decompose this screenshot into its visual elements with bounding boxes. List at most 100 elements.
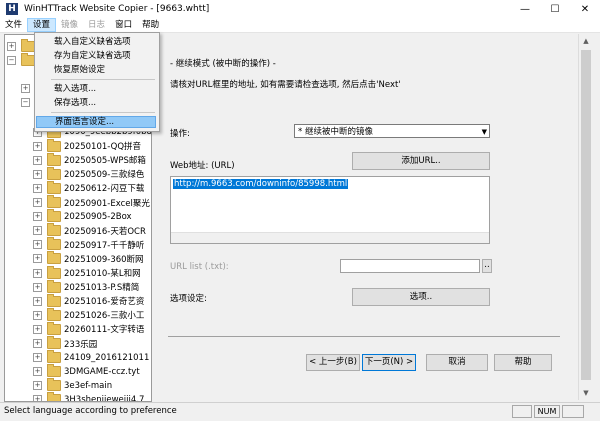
- options-label: 选项设定:: [170, 294, 207, 304]
- tree-item[interactable]: +20250905-2Box: [5, 209, 132, 224]
- horizontal-scrollbar[interactable]: [171, 232, 489, 243]
- tree-item-label: 3DMGAME-ccz.tyt: [64, 366, 140, 377]
- tree-item[interactable]: +20260111-文字转语: [5, 321, 144, 336]
- browse-button[interactable]: ..: [482, 259, 492, 273]
- tree-item[interactable]: +20251016-爱奇艺资: [5, 293, 144, 308]
- web-address-label: Web地址: (URL): [170, 161, 235, 171]
- tree-item[interactable]: +3DMGAME-ccz.tyt: [5, 364, 140, 379]
- folder-icon: [47, 293, 61, 307]
- menu-window[interactable]: 窗口: [110, 18, 137, 32]
- folder-icon: [47, 209, 61, 223]
- expand-icon[interactable]: +: [33, 240, 42, 250]
- vertical-scrollbar[interactable]: ▲ ▼: [578, 34, 593, 400]
- expand-icon[interactable]: +: [7, 41, 16, 51]
- tree-item-label: 20251009-360断网: [64, 254, 144, 265]
- scroll-up-icon[interactable]: ▲: [579, 34, 593, 48]
- status-bar: Select language according to preference …: [0, 402, 600, 421]
- tree-item[interactable]: +233乐园: [5, 336, 98, 351]
- folder-icon: [47, 237, 61, 251]
- tree-item[interactable]: +20250509-三款绿色: [5, 166, 145, 181]
- options-button[interactable]: 选项..: [352, 288, 490, 306]
- expand-icon[interactable]: +: [33, 282, 42, 292]
- expand-icon[interactable]: +: [33, 381, 42, 391]
- window-controls: — ☐ ✕: [510, 0, 600, 18]
- expand-icon[interactable]: +: [33, 169, 42, 179]
- menu-item-restore-defaults[interactable]: 恢复原始设定: [36, 64, 156, 76]
- tree-item-label: 20250917-千千静听: [64, 240, 145, 251]
- menu-settings[interactable]: 设置: [27, 18, 57, 32]
- help-button[interactable]: 帮助: [494, 354, 552, 371]
- num-lock-indicator: NUM: [534, 405, 560, 418]
- expand-icon[interactable]: +: [33, 183, 42, 193]
- tree-item-label: 233乐园: [64, 339, 98, 350]
- expand-icon[interactable]: +: [33, 212, 42, 222]
- tree-item[interactable]: +3e3ef-main: [5, 378, 112, 393]
- tree-item[interactable]: +20251013-P.S精简: [5, 279, 139, 294]
- next-button[interactable]: 下一页(N) >: [362, 354, 416, 371]
- menu-item-language-settings[interactable]: 界面语言设定...: [36, 116, 156, 128]
- menu-item-load-custom-defaults[interactable]: 载入自定义缺省选项: [36, 36, 156, 48]
- folder-icon: [47, 321, 61, 335]
- tree-item[interactable]: +20250916-天若OCR: [5, 223, 146, 238]
- folder-icon: [47, 223, 61, 237]
- expand-icon[interactable]: +: [33, 324, 42, 334]
- menu-help[interactable]: 帮助: [137, 18, 164, 32]
- folder-icon: [47, 265, 61, 279]
- menu-log[interactable]: 日志: [83, 18, 110, 32]
- expand-icon[interactable]: +: [33, 339, 42, 348]
- tree-item[interactable]: +20251009-360断网: [5, 251, 144, 266]
- url-list-input[interactable]: [340, 259, 480, 273]
- tree-row-sub[interactable]: +: [5, 81, 35, 95]
- window-title: WinHTTrack Website Copier - [9663.whtt]: [24, 4, 210, 14]
- action-select[interactable]: * 继续被中断的镜像 ▼: [294, 124, 490, 138]
- maximize-button[interactable]: ☐: [540, 0, 570, 18]
- chevron-down-icon[interactable]: ▼: [482, 125, 487, 139]
- collapse-icon[interactable]: −: [7, 55, 16, 65]
- tree-item[interactable]: +20250901-Excel聚光: [5, 195, 150, 210]
- scroll-down-icon[interactable]: ▼: [579, 386, 593, 400]
- tree-item-label: 24109_2016121011: [64, 352, 150, 363]
- expand-icon[interactable]: +: [33, 155, 42, 165]
- status-cell-empty: [512, 405, 532, 418]
- menu-mirror[interactable]: 镜像: [56, 18, 83, 32]
- tree-row-sub2[interactable]: −: [5, 95, 35, 109]
- expand-icon[interactable]: +: [33, 296, 42, 306]
- folder-icon: [47, 195, 61, 208]
- expand-icon[interactable]: +: [33, 395, 42, 401]
- tree-item[interactable]: +20250917-千千静听: [5, 237, 145, 252]
- expand-icon[interactable]: +: [33, 353, 42, 363]
- tree-item-label: 20250509-三款绿色: [64, 170, 145, 181]
- expand-icon[interactable]: +: [33, 268, 42, 278]
- expand-icon[interactable]: +: [33, 310, 42, 320]
- menu-item-load-options[interactable]: 载入选项...: [36, 83, 156, 95]
- tree-item[interactable]: +20251026-三款小工: [5, 307, 145, 322]
- collapse-icon[interactable]: −: [21, 97, 30, 107]
- tree-item[interactable]: +20250612-闪豆下载: [5, 180, 144, 195]
- tree-item[interactable]: +3H3shenjieweiji4.7: [5, 392, 144, 401]
- expand-icon[interactable]: +: [33, 367, 42, 377]
- expand-icon[interactable]: +: [33, 226, 42, 236]
- folder-icon: [47, 364, 61, 378]
- menu-item-save-custom-defaults[interactable]: 存为自定义缺省选项: [36, 50, 156, 62]
- folder-icon: [47, 251, 61, 265]
- tree-item[interactable]: +20251010-某L和网: [5, 265, 141, 280]
- expand-icon[interactable]: +: [33, 141, 42, 151]
- expand-icon[interactable]: +: [21, 83, 30, 93]
- scroll-thumb[interactable]: [581, 50, 591, 380]
- minimize-button[interactable]: —: [510, 0, 540, 18]
- tree-item-label: 20250901-Excel聚光: [64, 198, 150, 209]
- menu-file[interactable]: 文件: [0, 18, 27, 32]
- cancel-button[interactable]: 取消: [426, 354, 488, 371]
- tree-item[interactable]: +20250505-WPS邮箱: [5, 152, 146, 167]
- back-button[interactable]: < 上一步(B): [306, 354, 360, 371]
- expand-icon[interactable]: +: [33, 254, 42, 264]
- tree-item-label: 20251026-三款小工: [64, 311, 145, 322]
- close-button[interactable]: ✕: [570, 0, 600, 18]
- action-label: 操作:: [170, 129, 190, 139]
- tree-item[interactable]: +20250101-QQ拼音: [5, 138, 141, 153]
- add-url-button[interactable]: 添加URL..: [352, 152, 490, 170]
- url-textarea[interactable]: http://m.9663.com/downinfo/85998.html: [170, 176, 490, 244]
- expand-icon[interactable]: +: [33, 198, 42, 207]
- menu-item-save-options[interactable]: 保存选项...: [36, 97, 156, 109]
- tree-item[interactable]: +24109_2016121011: [5, 350, 150, 365]
